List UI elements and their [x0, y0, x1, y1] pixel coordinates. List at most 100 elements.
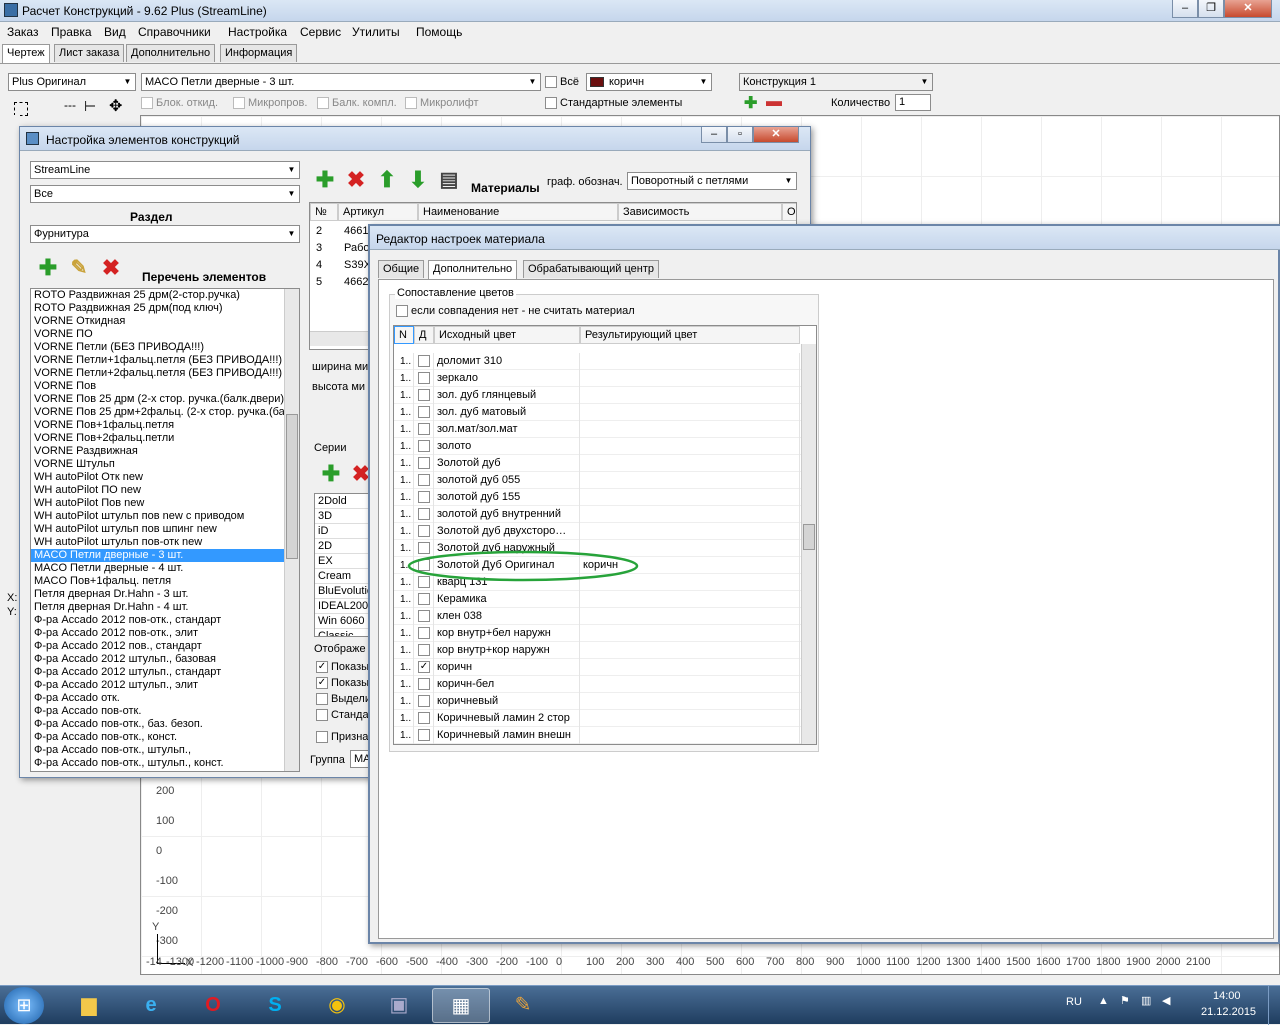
- list-item[interactable]: Ф-ра Accado отк.: [31, 692, 299, 705]
- tab-processing-center[interactable]: Обрабатывающий центр: [523, 260, 659, 278]
- list-item[interactable]: Петля дверная Dr.Hahn - 4 шт.: [31, 601, 299, 614]
- list-item[interactable]: Cream: [315, 569, 371, 584]
- dialog1-minimize-button[interactable]: –: [701, 127, 727, 143]
- ie-icon[interactable]: e: [122, 988, 180, 1023]
- list-item[interactable]: VORNE Петли (БЕЗ ПРИВОДА!!!): [31, 341, 299, 354]
- opt-balcony-checkbox[interactable]: [317, 97, 329, 109]
- row-checkbox[interactable]: [418, 355, 430, 367]
- add-material-icon[interactable]: ✚: [312, 167, 338, 193]
- list-item[interactable]: VORNE Пов+2фальц.петли: [31, 432, 299, 445]
- opt-micro-checkbox[interactable]: [233, 97, 245, 109]
- menu-order[interactable]: Заказ: [7, 25, 38, 39]
- graf-select[interactable]: Поворотный с петлями ▼: [627, 172, 797, 190]
- display-option-checkbox[interactable]: [316, 709, 328, 721]
- list-item[interactable]: Ф-ра Accado 2012 пов-отк., стандарт: [31, 614, 299, 627]
- row-checkbox[interactable]: [418, 372, 430, 384]
- table-row[interactable]: 1.. зол.мат/зол.мат: [394, 421, 802, 438]
- table-row[interactable]: 1.. коричневый: [394, 693, 802, 710]
- row-checkbox[interactable]: [418, 406, 430, 418]
- row-checkbox[interactable]: [418, 593, 430, 605]
- list-item[interactable]: Ф-ра Accado 2012 пов., стандарт: [31, 640, 299, 653]
- display-option-checkbox[interactable]: [316, 693, 328, 705]
- show-desktop-button[interactable]: [1268, 986, 1280, 1025]
- select-rect-icon[interactable]: [14, 102, 28, 116]
- paint-icon[interactable]: ✎: [494, 988, 552, 1023]
- list-item[interactable]: ROTO Раздвижная 25 дрм(2-стор.ручка): [31, 289, 299, 302]
- row-checkbox[interactable]: [418, 457, 430, 469]
- tab-additional-settings[interactable]: Дополнительно: [428, 260, 518, 280]
- dialog1-close-button[interactable]: ✕: [753, 127, 799, 143]
- list-item[interactable]: Ф-ра Accado 2012 штульп., базовая: [31, 653, 299, 666]
- arrow-up-icon[interactable]: ⬆: [374, 167, 400, 193]
- tab-drawing[interactable]: Чертеж: [2, 44, 50, 64]
- tab-additional[interactable]: Дополнительно: [126, 44, 216, 62]
- language-indicator[interactable]: RU: [1066, 996, 1082, 1008]
- list-item[interactable]: Win 6060: [315, 614, 371, 629]
- plus-icon[interactable]: ✚: [744, 93, 757, 113]
- row-checkbox[interactable]: [418, 627, 430, 639]
- sign-checkbox[interactable]: [316, 731, 328, 743]
- list-item[interactable]: VORNE Пов 25 дрм+2фальц. (2-х стор. ручк…: [31, 406, 299, 419]
- system-select[interactable]: StreamLine ▼: [30, 161, 300, 179]
- dimension-icon[interactable]: ⊢: [84, 98, 96, 115]
- list-item[interactable]: MACO Петли дверные - 3 шт.: [31, 549, 299, 562]
- scroll-thumb[interactable]: [803, 524, 815, 550]
- opt-microlift-checkbox[interactable]: [405, 97, 417, 109]
- grid-scrollbar[interactable]: [801, 344, 816, 744]
- start-button[interactable]: ⊞: [4, 987, 44, 1024]
- clock-date[interactable]: 21.12.2015: [1201, 1006, 1256, 1018]
- row-checkbox[interactable]: [418, 610, 430, 622]
- list-item[interactable]: VORNE Пов: [31, 380, 299, 393]
- list-item[interactable]: VORNE Штульп: [31, 458, 299, 471]
- element-select[interactable]: MACO Петли дверные - 3 шт. ▼: [141, 73, 541, 91]
- list-item[interactable]: 2D: [315, 539, 371, 554]
- explorer-icon[interactable]: ▆: [60, 988, 118, 1023]
- row-checkbox[interactable]: [418, 695, 430, 707]
- skype-icon[interactable]: S: [246, 988, 304, 1023]
- color-select[interactable]: коричн ▼: [586, 73, 712, 91]
- close-button[interactable]: ✕: [1224, 0, 1272, 18]
- table-row[interactable]: 1.. клен 038: [394, 608, 802, 625]
- move-icon[interactable]: ✥: [109, 96, 122, 116]
- dialog1-maximize-button[interactable]: ▫: [727, 127, 753, 143]
- menu-help[interactable]: Помощь: [416, 25, 462, 39]
- tray-network-icon[interactable]: ▥: [1141, 994, 1151, 1007]
- series-list[interactable]: 2Dold 3D iD 2D EX Cream BluEvolutio IDEAL2000 Wi…: [314, 493, 372, 637]
- table-row[interactable]: 1.. золотой дуб 155: [394, 489, 802, 506]
- menu-utilities[interactable]: Утилиты: [352, 25, 400, 39]
- row-checkbox[interactable]: [418, 440, 430, 452]
- list-item[interactable]: EX: [315, 554, 371, 569]
- tray-arrow-icon[interactable]: ▲: [1098, 995, 1109, 1007]
- construction-select[interactable]: Конструкция 1 ▼: [739, 73, 933, 91]
- list-item[interactable]: WH autoPilot Отк new: [31, 471, 299, 484]
- display-option-checkbox[interactable]: ✓: [316, 677, 328, 689]
- list-item[interactable]: iD: [315, 524, 371, 539]
- list-item[interactable]: VORNE Пов 25 дрм (2-х стор. ручка.(балк.…: [31, 393, 299, 406]
- line-tool-icon[interactable]: ---: [64, 98, 76, 112]
- row-checkbox[interactable]: [418, 491, 430, 503]
- chrome-icon[interactable]: ◉: [308, 988, 366, 1023]
- table-row[interactable]: 1.. золото: [394, 438, 802, 455]
- tray-flag-icon[interactable]: ⚑: [1120, 994, 1130, 1007]
- list-item[interactable]: VORNE Пов+1фальц.петля: [31, 419, 299, 432]
- profile-select[interactable]: Plus Оригинал ▼: [8, 73, 136, 91]
- opera-icon[interactable]: O: [184, 988, 242, 1023]
- arrow-down-icon[interactable]: ⬇: [405, 167, 431, 193]
- table-row[interactable]: 1.. зеркало: [394, 370, 802, 387]
- table-row[interactable]: 1.. Керамика: [394, 591, 802, 608]
- edit-element-icon[interactable]: ✎: [66, 255, 92, 281]
- list-item[interactable]: IDEAL2000: [315, 599, 371, 614]
- table-row[interactable]: 1.. Золотой дуб: [394, 455, 802, 472]
- network-app-icon[interactable]: ▣: [370, 988, 428, 1023]
- tab-info[interactable]: Информация: [220, 44, 298, 62]
- delete-element-icon[interactable]: ✖: [98, 255, 124, 281]
- minus-icon[interactable]: ▬: [766, 93, 782, 111]
- row-checkbox[interactable]: [418, 644, 430, 656]
- no-match-checkbox[interactable]: [396, 305, 408, 317]
- calc-app-icon[interactable]: ▦: [432, 988, 490, 1023]
- table-row[interactable]: 1.. Коричневый ламин внешн: [394, 727, 802, 744]
- list-item[interactable]: Ф-ра Accado пов-отк., штульп.,: [31, 744, 299, 757]
- list-item[interactable]: Ф-ра Accado пов-отк., баз. безоп.: [31, 718, 299, 731]
- table-row[interactable]: 1.. золотой дуб внутренний: [394, 506, 802, 523]
- row-checkbox[interactable]: [418, 729, 430, 741]
